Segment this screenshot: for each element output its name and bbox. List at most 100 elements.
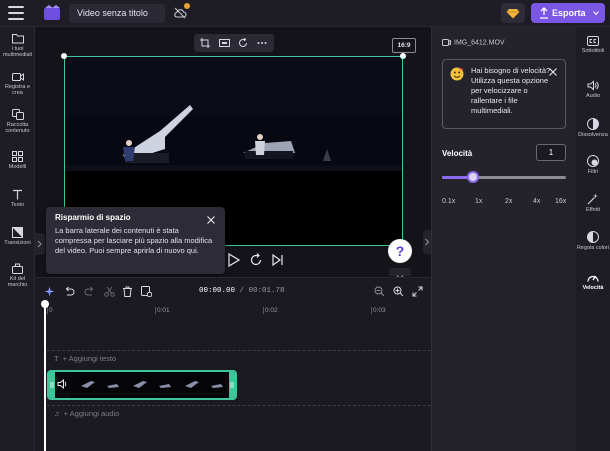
- properties-panel: IMG_6412.MOV Hai bisogno di velocità? Ut…: [431, 27, 576, 451]
- chevron-right-icon: [425, 238, 430, 246]
- clip-thumbnails: [71, 372, 225, 398]
- preview-toolbar: [194, 34, 274, 52]
- transitions-icon: [12, 227, 23, 238]
- audio-track[interactable]: ♫ + Aggiungi audio: [47, 405, 431, 419]
- resize-handle-top-left[interactable]: [61, 53, 67, 59]
- skip-end-icon[interactable]: [272, 253, 284, 267]
- filters-icon: [587, 155, 599, 167]
- clip-trim-handle-right[interactable]: [229, 372, 235, 398]
- premium-button[interactable]: [501, 3, 525, 23]
- zoom-out-icon[interactable]: [374, 286, 385, 297]
- clip-trim-handle-left[interactable]: [49, 372, 55, 398]
- folder-icon: [11, 34, 24, 44]
- project-title-input[interactable]: Video senza titolo: [69, 4, 165, 23]
- close-icon[interactable]: [207, 216, 215, 224]
- expand-sidebar-tab[interactable]: [35, 233, 45, 255]
- zoom-in-icon[interactable]: [393, 286, 404, 297]
- split-icon[interactable]: [104, 286, 115, 297]
- file-name: IMG_6412.MOV: [454, 39, 505, 47]
- more-icon[interactable]: [257, 38, 267, 48]
- fit-icon[interactable]: [219, 38, 230, 48]
- menu-icon[interactable]: [8, 6, 24, 20]
- library-icon: [11, 109, 24, 120]
- speed-tick: 1x: [475, 198, 483, 205]
- top-bar: Video senza titolo Esporta: [0, 0, 610, 27]
- tool-label: Velocità: [582, 285, 604, 291]
- add-media-icon[interactable]: [141, 286, 152, 297]
- timeline-ruler[interactable]: 0 0:01 0:02 0:03: [47, 305, 431, 317]
- tool-adjust-colors[interactable]: Regola colori: [576, 231, 610, 251]
- tool-label: Sottotitoli: [581, 48, 605, 54]
- rotate-icon[interactable]: [238, 38, 248, 48]
- speed-emoji-icon: [450, 67, 464, 81]
- tool-audio[interactable]: Audio: [576, 80, 610, 99]
- collapse-timeline-tab[interactable]: [389, 268, 411, 280]
- help-button[interactable]: ?: [388, 239, 412, 263]
- speed-hint-text: Hai bisogno di velocità? Utilizza questa…: [471, 66, 551, 115]
- right-tool-rail: Sottotitoli Audio Dissolvenza Filtri Eff…: [576, 27, 610, 451]
- speed-value-input[interactable]: 1: [536, 144, 566, 161]
- tooltip-title: Risparmio di spazio: [55, 213, 131, 222]
- space-saving-tooltip: Risparmio di spazio La barra laterale de…: [46, 207, 225, 274]
- music-note-icon: ♫: [54, 409, 60, 418]
- tool-captions[interactable]: Sottotitoli: [576, 36, 610, 54]
- chevron-right-icon: [37, 240, 42, 248]
- sidebar-item-content-library[interactable]: Raccolta contenuto: [0, 109, 35, 134]
- captions-icon: [587, 36, 599, 46]
- add-text-label: + Aggiungi testo: [62, 354, 117, 363]
- video-clip[interactable]: [47, 370, 237, 400]
- sidebar-item-record[interactable]: Registra e crea: [0, 72, 35, 96]
- time-separator: /: [235, 287, 249, 295]
- tool-label: Effetti: [586, 207, 600, 213]
- playhead[interactable]: [44, 304, 46, 451]
- crop-icon[interactable]: [200, 38, 210, 48]
- speed-tick: 2x: [505, 198, 513, 205]
- sidebar-item-label: I tuoi multimediali: [2, 46, 33, 58]
- add-audio-label: + Aggiungi audio: [63, 409, 120, 418]
- chevron-down-icon: [593, 11, 599, 16]
- timeline: 00:00.00 / 00:01.78 0 0:01 0:02 0:03 T + …: [35, 277, 431, 451]
- fit-timeline-icon[interactable]: [412, 286, 423, 297]
- grip-icon: [50, 382, 54, 388]
- tool-fade[interactable]: Dissolvenza: [576, 118, 610, 138]
- tool-speed[interactable]: Velocità: [576, 272, 610, 291]
- sidebar-item-brand-kit[interactable]: Kit del marchio: [0, 263, 35, 288]
- tool-label: Audio: [585, 93, 601, 99]
- sidebar-item-label: Testo: [10, 202, 25, 208]
- magic-icon[interactable]: [44, 286, 55, 297]
- export-button[interactable]: Esporta: [531, 3, 605, 23]
- total-time: 00:01.78: [248, 287, 285, 295]
- text-icon: [13, 189, 22, 200]
- close-icon[interactable]: [549, 68, 557, 76]
- redo-icon[interactable]: [84, 286, 95, 297]
- sidebar-item-label: Modelli: [8, 164, 27, 170]
- tool-filters[interactable]: Filtri: [576, 155, 610, 175]
- sidebar-item-templates[interactable]: Modelli: [0, 151, 35, 170]
- camera-icon: [11, 73, 24, 81]
- play-icon[interactable]: [228, 253, 240, 267]
- collapse-props-tab[interactable]: [423, 230, 431, 254]
- ruler-tick: 0:03: [371, 307, 386, 314]
- undo-icon[interactable]: [64, 286, 75, 297]
- video-file-icon: [442, 39, 451, 46]
- sidebar-item-label: Raccolta contenuto: [5, 122, 30, 134]
- tool-label: Dissolvenza: [578, 132, 608, 138]
- speed-slider[interactable]: [442, 171, 566, 183]
- upload-icon: [540, 7, 548, 19]
- grip-icon: [230, 382, 234, 388]
- tool-effects[interactable]: Effetti: [576, 193, 610, 213]
- templates-icon: [12, 151, 23, 162]
- sidebar-item-text[interactable]: Testo: [0, 189, 35, 208]
- speed-label: Velocità: [442, 149, 473, 158]
- sidebar-item-media[interactable]: I tuoi multimediali: [0, 33, 35, 58]
- sidebar-item-transitions[interactable]: Transizioni: [0, 227, 35, 246]
- text-track[interactable]: T + Aggiungi testo: [47, 350, 431, 363]
- speed-tick: 4x: [533, 198, 541, 205]
- delete-icon[interactable]: [122, 286, 133, 297]
- skip-forward-5-icon[interactable]: [249, 253, 263, 267]
- resize-handle-top-right[interactable]: [400, 53, 406, 59]
- speed-slider-thumb[interactable]: [467, 171, 479, 183]
- effects-icon: [587, 193, 598, 205]
- aspect-ratio-button[interactable]: 16:9: [392, 38, 416, 53]
- notification-dot: [184, 3, 190, 9]
